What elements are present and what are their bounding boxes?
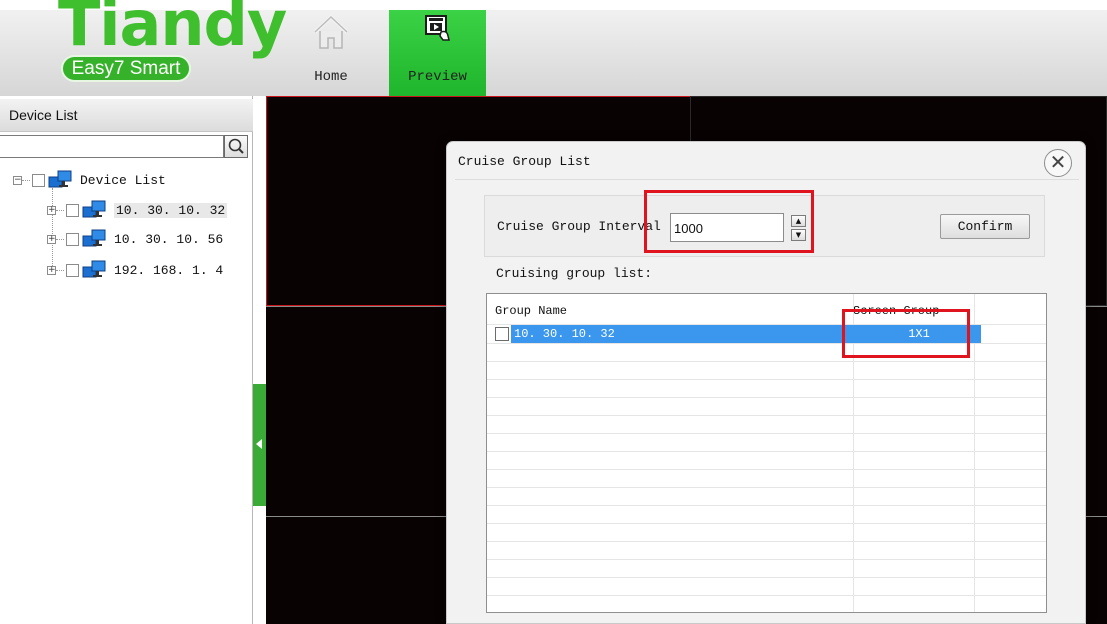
tree-root[interactable]: − Device List xyxy=(13,168,166,192)
home-icon xyxy=(313,15,349,49)
nav-preview-label: Preview xyxy=(408,69,467,85)
dialog-divider xyxy=(455,179,1079,180)
tree-device-item[interactable]: + 192. 168. 1. 4 xyxy=(47,258,223,282)
row-divider xyxy=(487,397,1046,398)
device-label: 192. 168. 1. 4 xyxy=(114,262,224,278)
device-group-icon xyxy=(48,170,72,188)
tree-root-label: Device List xyxy=(80,172,166,188)
expand-toggle[interactable]: + xyxy=(47,205,56,215)
row-divider xyxy=(487,469,1046,470)
device-monitor-icon xyxy=(82,229,106,247)
tree-connector xyxy=(56,209,64,211)
device-checkbox[interactable] xyxy=(66,263,79,277)
row-divider xyxy=(487,361,1046,362)
logo-wordmark: Tiandy xyxy=(58,0,287,60)
list-caption: Cruising group list: xyxy=(496,266,653,281)
interval-label: Cruise Group Interval xyxy=(497,219,661,234)
row-divider xyxy=(487,451,1046,452)
confirm-button[interactable]: Confirm xyxy=(940,214,1030,239)
row-divider xyxy=(487,433,1046,434)
highlight-interval xyxy=(644,190,814,253)
row-divider xyxy=(487,559,1046,560)
tree-connector xyxy=(22,179,30,181)
row-divider xyxy=(487,541,1046,542)
nav-preview[interactable]: Preview xyxy=(389,10,486,96)
nav-home[interactable]: Home xyxy=(296,10,366,96)
device-search-input[interactable] xyxy=(0,135,224,158)
row-divider xyxy=(487,595,1046,596)
nav-home-label: Home xyxy=(314,69,348,85)
sidebar-collapse-handle[interactable] xyxy=(253,384,266,506)
collapse-toggle[interactable]: − xyxy=(13,175,22,185)
tree-connector xyxy=(56,238,64,240)
app-header: Tiandy Easy7 Smart Home Preview xyxy=(0,0,1107,96)
row-divider xyxy=(487,505,1046,506)
device-label: 10. 30. 10. 56 xyxy=(114,231,224,247)
device-monitor-icon xyxy=(82,200,106,218)
close-icon[interactable]: ✕ xyxy=(1044,149,1072,177)
tree-device-item[interactable]: + 10. 30. 10. 32 xyxy=(47,198,228,222)
row-divider xyxy=(487,379,1046,380)
row-checkbox[interactable] xyxy=(495,327,509,341)
tiandy-logo: Tiandy Easy7 Smart xyxy=(58,0,287,84)
preview-icon xyxy=(424,15,450,41)
collapse-arrow-icon xyxy=(256,439,262,449)
device-checkbox[interactable] xyxy=(66,203,79,217)
row-divider xyxy=(487,487,1046,488)
device-checkbox[interactable] xyxy=(66,232,79,246)
dialog-title: Cruise Group List xyxy=(458,154,591,169)
search-icon xyxy=(228,138,244,154)
search-button[interactable] xyxy=(224,135,248,158)
highlight-screen-group xyxy=(842,309,970,358)
device-monitor-icon xyxy=(82,260,106,278)
row-divider xyxy=(487,523,1046,524)
sidebar-title: Device List xyxy=(0,99,253,132)
expand-toggle[interactable]: + xyxy=(47,234,56,244)
expand-toggle[interactable]: + xyxy=(47,265,56,275)
tree-connector xyxy=(56,269,64,271)
column-header-group-name[interactable]: Group Name xyxy=(495,304,567,318)
device-label: 10. 30. 10. 32 xyxy=(114,202,228,218)
tree-device-item[interactable]: + 10. 30. 10. 56 xyxy=(47,227,223,251)
device-sidebar: Device List − Device List + 10. 30. 10. … xyxy=(0,96,253,624)
row-divider xyxy=(487,415,1046,416)
row-group-name: 10. 30. 10. 32 xyxy=(514,327,615,341)
row-divider xyxy=(487,577,1046,578)
logo-subtitle: Easy7 Smart xyxy=(61,55,191,82)
tree-root-checkbox[interactable] xyxy=(32,173,45,187)
